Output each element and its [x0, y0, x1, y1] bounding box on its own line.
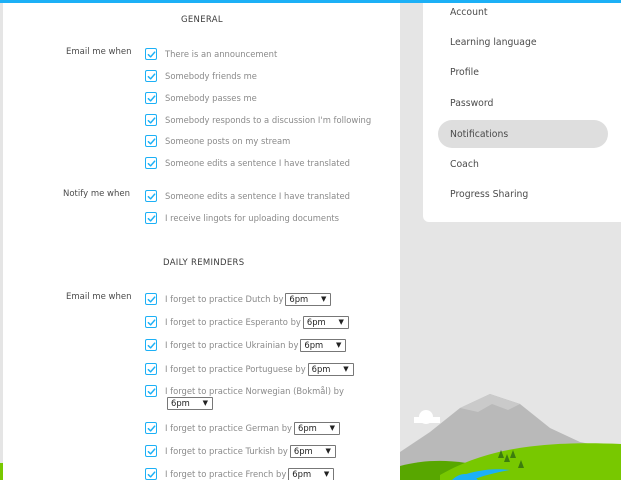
- time-select[interactable]: 6pm ▼: [307, 362, 354, 376]
- time-select[interactable]: 6pm ▼: [302, 315, 349, 329]
- option-label: I forget to practice Turkish by: [165, 446, 288, 456]
- triangle-down-icon: ▼: [321, 295, 327, 303]
- top-accent-bar: [0, 0, 621, 3]
- checkmark-icon[interactable]: [145, 339, 157, 351]
- option-label: Someone edits a sentence I have translat…: [165, 191, 350, 201]
- general-section-title: GENERAL: [181, 15, 223, 25]
- checkmark-icon[interactable]: [145, 293, 157, 305]
- reminder-checkbox[interactable]: I forget to practice Ukrainian by 6pm ▼: [145, 338, 347, 352]
- reminder-checkbox[interactable]: I forget to practice French by 6pm ▼: [145, 467, 335, 480]
- checkmark-icon[interactable]: [145, 157, 157, 169]
- reminder-checkbox[interactable]: I forget to practice Dutch by 6pm ▼: [145, 292, 332, 306]
- option-label: I forget to practice Dutch by: [165, 294, 284, 304]
- checkmark-icon[interactable]: [145, 316, 157, 328]
- email-option-checkbox[interactable]: Somebody passes me: [145, 91, 257, 105]
- checkmark-icon[interactable]: [145, 92, 157, 104]
- checkmark-icon[interactable]: [145, 363, 157, 375]
- option-label: I forget to practice Esperanto by: [165, 317, 301, 327]
- email-option-checkbox[interactable]: Someone edits a sentence I have translat…: [145, 156, 350, 170]
- triangle-down-icon: ▼: [343, 365, 349, 373]
- option-label: There is an announcement: [165, 49, 278, 59]
- sidebar-item-progress-sharing[interactable]: Progress Sharing: [438, 180, 608, 208]
- time-select[interactable]: 6pm ▼: [288, 467, 335, 480]
- time-select-value: 6pm: [311, 364, 331, 374]
- time-select[interactable]: 6pm ▼: [167, 396, 213, 410]
- option-label: I forget to practice Norwegian (Bokmål) …: [165, 386, 344, 396]
- email-option-checkbox[interactable]: Somebody responds to a discussion I'm fo…: [145, 113, 371, 127]
- reminder-checkbox[interactable]: I forget to practice German by 6pm ▼: [145, 421, 340, 435]
- sidebar-item-notifications[interactable]: Notifications: [438, 120, 608, 148]
- triangle-down-icon: ▼: [323, 470, 330, 478]
- sidebar-item-coach[interactable]: Coach: [438, 150, 608, 178]
- checkmark-icon[interactable]: [145, 422, 157, 434]
- time-select-value: 6pm: [306, 317, 326, 327]
- checkmark-icon[interactable]: [145, 190, 157, 202]
- general-notify-label: Notify me when: [63, 189, 130, 199]
- notify-option-checkbox[interactable]: I receive lingots for uploading document…: [145, 211, 339, 225]
- reminder-checkbox[interactable]: I forget to practice Turkish by 6pm ▼: [145, 444, 336, 458]
- option-label: Someone edits a sentence I have translat…: [165, 158, 350, 168]
- option-label: I forget to practice German by: [165, 423, 292, 433]
- option-label: I forget to practice Portuguese by: [165, 364, 306, 374]
- triangle-down-icon: ▼: [329, 424, 335, 432]
- sidebar-item-account[interactable]: Account: [438, 0, 608, 26]
- daily-reminders-title: DAILY REMINDERS: [163, 258, 245, 268]
- reminder-checkbox[interactable]: I forget to practice Esperanto by 6pm ▼: [145, 315, 349, 329]
- option-label: Somebody passes me: [165, 93, 257, 103]
- notify-option-checkbox[interactable]: Someone edits a sentence I have translat…: [145, 189, 350, 203]
- option-label: I receive lingots for uploading document…: [165, 213, 340, 223]
- sidebar-item-password[interactable]: Password: [438, 89, 608, 117]
- reminder-checkbox[interactable]: I forget to practice Portuguese by 6pm ▼: [145, 362, 354, 376]
- daily-email-label: Email me when: [66, 292, 132, 302]
- time-select-value: 6pm: [297, 423, 317, 433]
- checkmark-icon[interactable]: [145, 212, 157, 224]
- time-select-value: 6pm: [289, 294, 309, 304]
- time-select[interactable]: 6pm ▼: [293, 421, 340, 435]
- email-option-checkbox[interactable]: Someone posts on my stream: [145, 134, 290, 148]
- option-label: I forget to practice Ukrainian by: [165, 340, 299, 350]
- grass-strip: [0, 463, 3, 480]
- checkmark-icon[interactable]: [145, 385, 157, 397]
- settings-sidebar: Account Learning language Profile Password N…: [423, 0, 621, 222]
- checkmark-icon[interactable]: [145, 445, 157, 457]
- checkmark-icon[interactable]: [145, 70, 157, 82]
- email-option-checkbox[interactable]: Somebody friends me: [145, 69, 257, 83]
- option-label: Somebody friends me: [165, 71, 257, 81]
- option-label: I forget to practice French by: [165, 469, 287, 479]
- time-select-value: 6pm: [304, 340, 324, 350]
- checkmark-icon[interactable]: [145, 135, 157, 147]
- time-select-value: 6pm: [293, 446, 313, 456]
- checkmark-icon[interactable]: [145, 114, 157, 126]
- checkmark-icon[interactable]: [145, 468, 157, 480]
- sidebar-item-learning-language[interactable]: Learning language: [438, 28, 608, 56]
- time-select-value: 6pm: [292, 469, 312, 479]
- time-select[interactable]: 6pm ▼: [300, 338, 347, 352]
- triangle-down-icon: ▼: [336, 341, 342, 349]
- sidebar-item-profile[interactable]: Profile: [438, 58, 608, 86]
- email-option-checkbox[interactable]: There is an announcement: [145, 47, 277, 61]
- option-label: Someone posts on my stream: [165, 136, 291, 146]
- triangle-down-icon: ▼: [338, 318, 344, 326]
- checkmark-icon[interactable]: [145, 48, 157, 60]
- time-select-value: 6pm: [171, 398, 190, 408]
- triangle-down-icon: ▼: [325, 447, 331, 455]
- time-select[interactable]: 6pm ▼: [285, 292, 332, 306]
- triangle-down-icon: ▼: [202, 399, 208, 407]
- general-email-label: Email me when: [66, 47, 132, 57]
- time-select[interactable]: 6pm ▼: [289, 444, 336, 458]
- landscape-illustration: [400, 394, 621, 480]
- reminder-time-wrap: 6pm ▼: [165, 396, 213, 410]
- notification-settings-panel: GENERAL Email me when Notify me when DAI…: [3, 3, 400, 480]
- option-label: Somebody responds to a discussion I'm fo…: [165, 115, 372, 125]
